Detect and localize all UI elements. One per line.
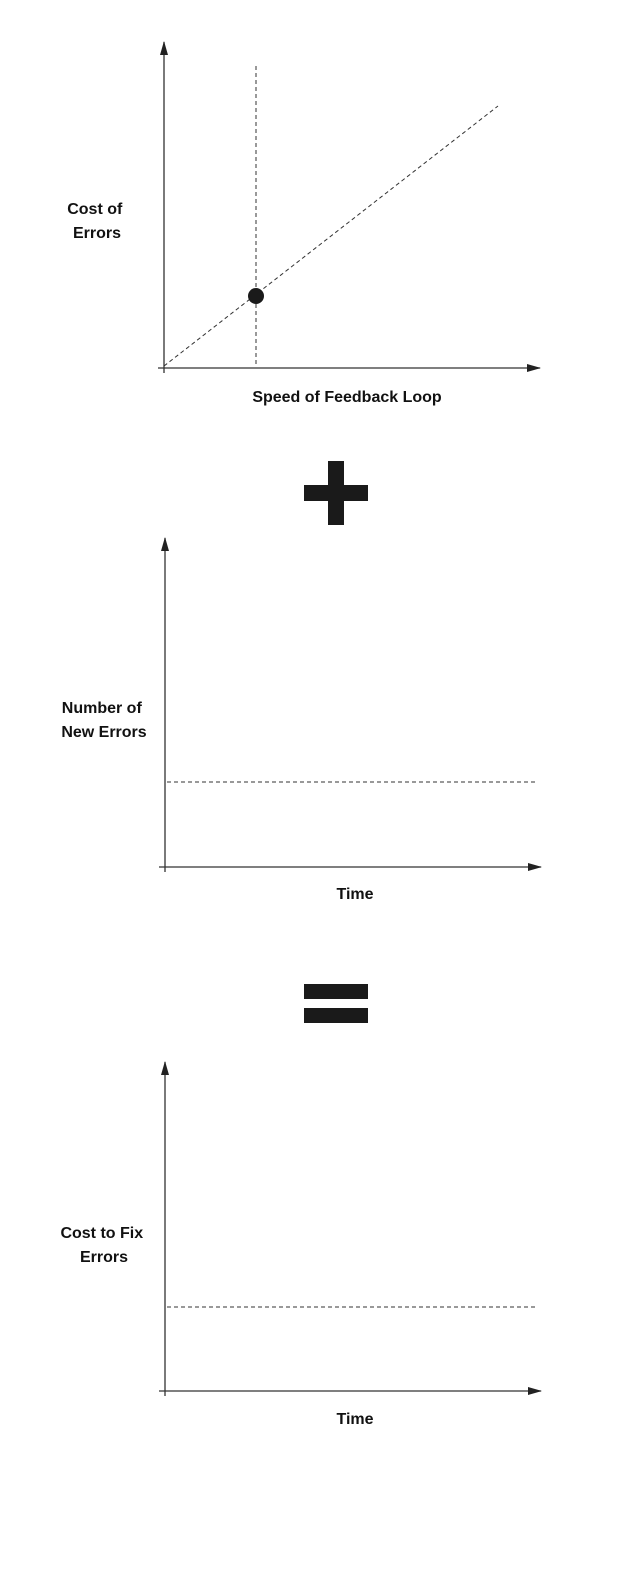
chart-cost-of-errors: Cost of Errors Speed of Feedback Loop [67, 41, 541, 406]
y-axis-label-line: Errors [73, 225, 121, 242]
y-axis-label-line: Number of [62, 700, 143, 717]
chart-cost-to-fix-errors: Cost to Fix Errors Time [60, 1061, 542, 1428]
equals-sign [304, 984, 368, 1023]
chart-number-of-new-errors: Number of New Errors Time [61, 537, 542, 903]
y-axis-label-line: New Errors [61, 724, 146, 741]
y-axis-label: Number of New Errors [61, 700, 146, 741]
y-axis-label-line: Cost to Fix [60, 1225, 143, 1242]
y-axis-label-line: Errors [80, 1249, 128, 1266]
y-axis-label-line: Cost of [67, 201, 123, 218]
y-axis-label: Cost to Fix Errors [60, 1225, 147, 1266]
diagonal-guide-line [163, 105, 499, 367]
x-axis-label: Speed of Feedback Loop [252, 389, 442, 406]
y-axis-label: Cost of Errors [67, 201, 127, 242]
plus-vertical-bar [328, 461, 344, 525]
x-axis-label: Time [336, 886, 373, 903]
diagram-canvas: Cost of Errors Speed of Feedback Loop Nu… [60, 41, 542, 1428]
intersection-point [248, 288, 264, 304]
x-axis-label: Time [336, 1411, 373, 1428]
plus-sign [304, 461, 368, 525]
equals-bottom-bar [304, 1008, 368, 1023]
equals-top-bar [304, 984, 368, 999]
